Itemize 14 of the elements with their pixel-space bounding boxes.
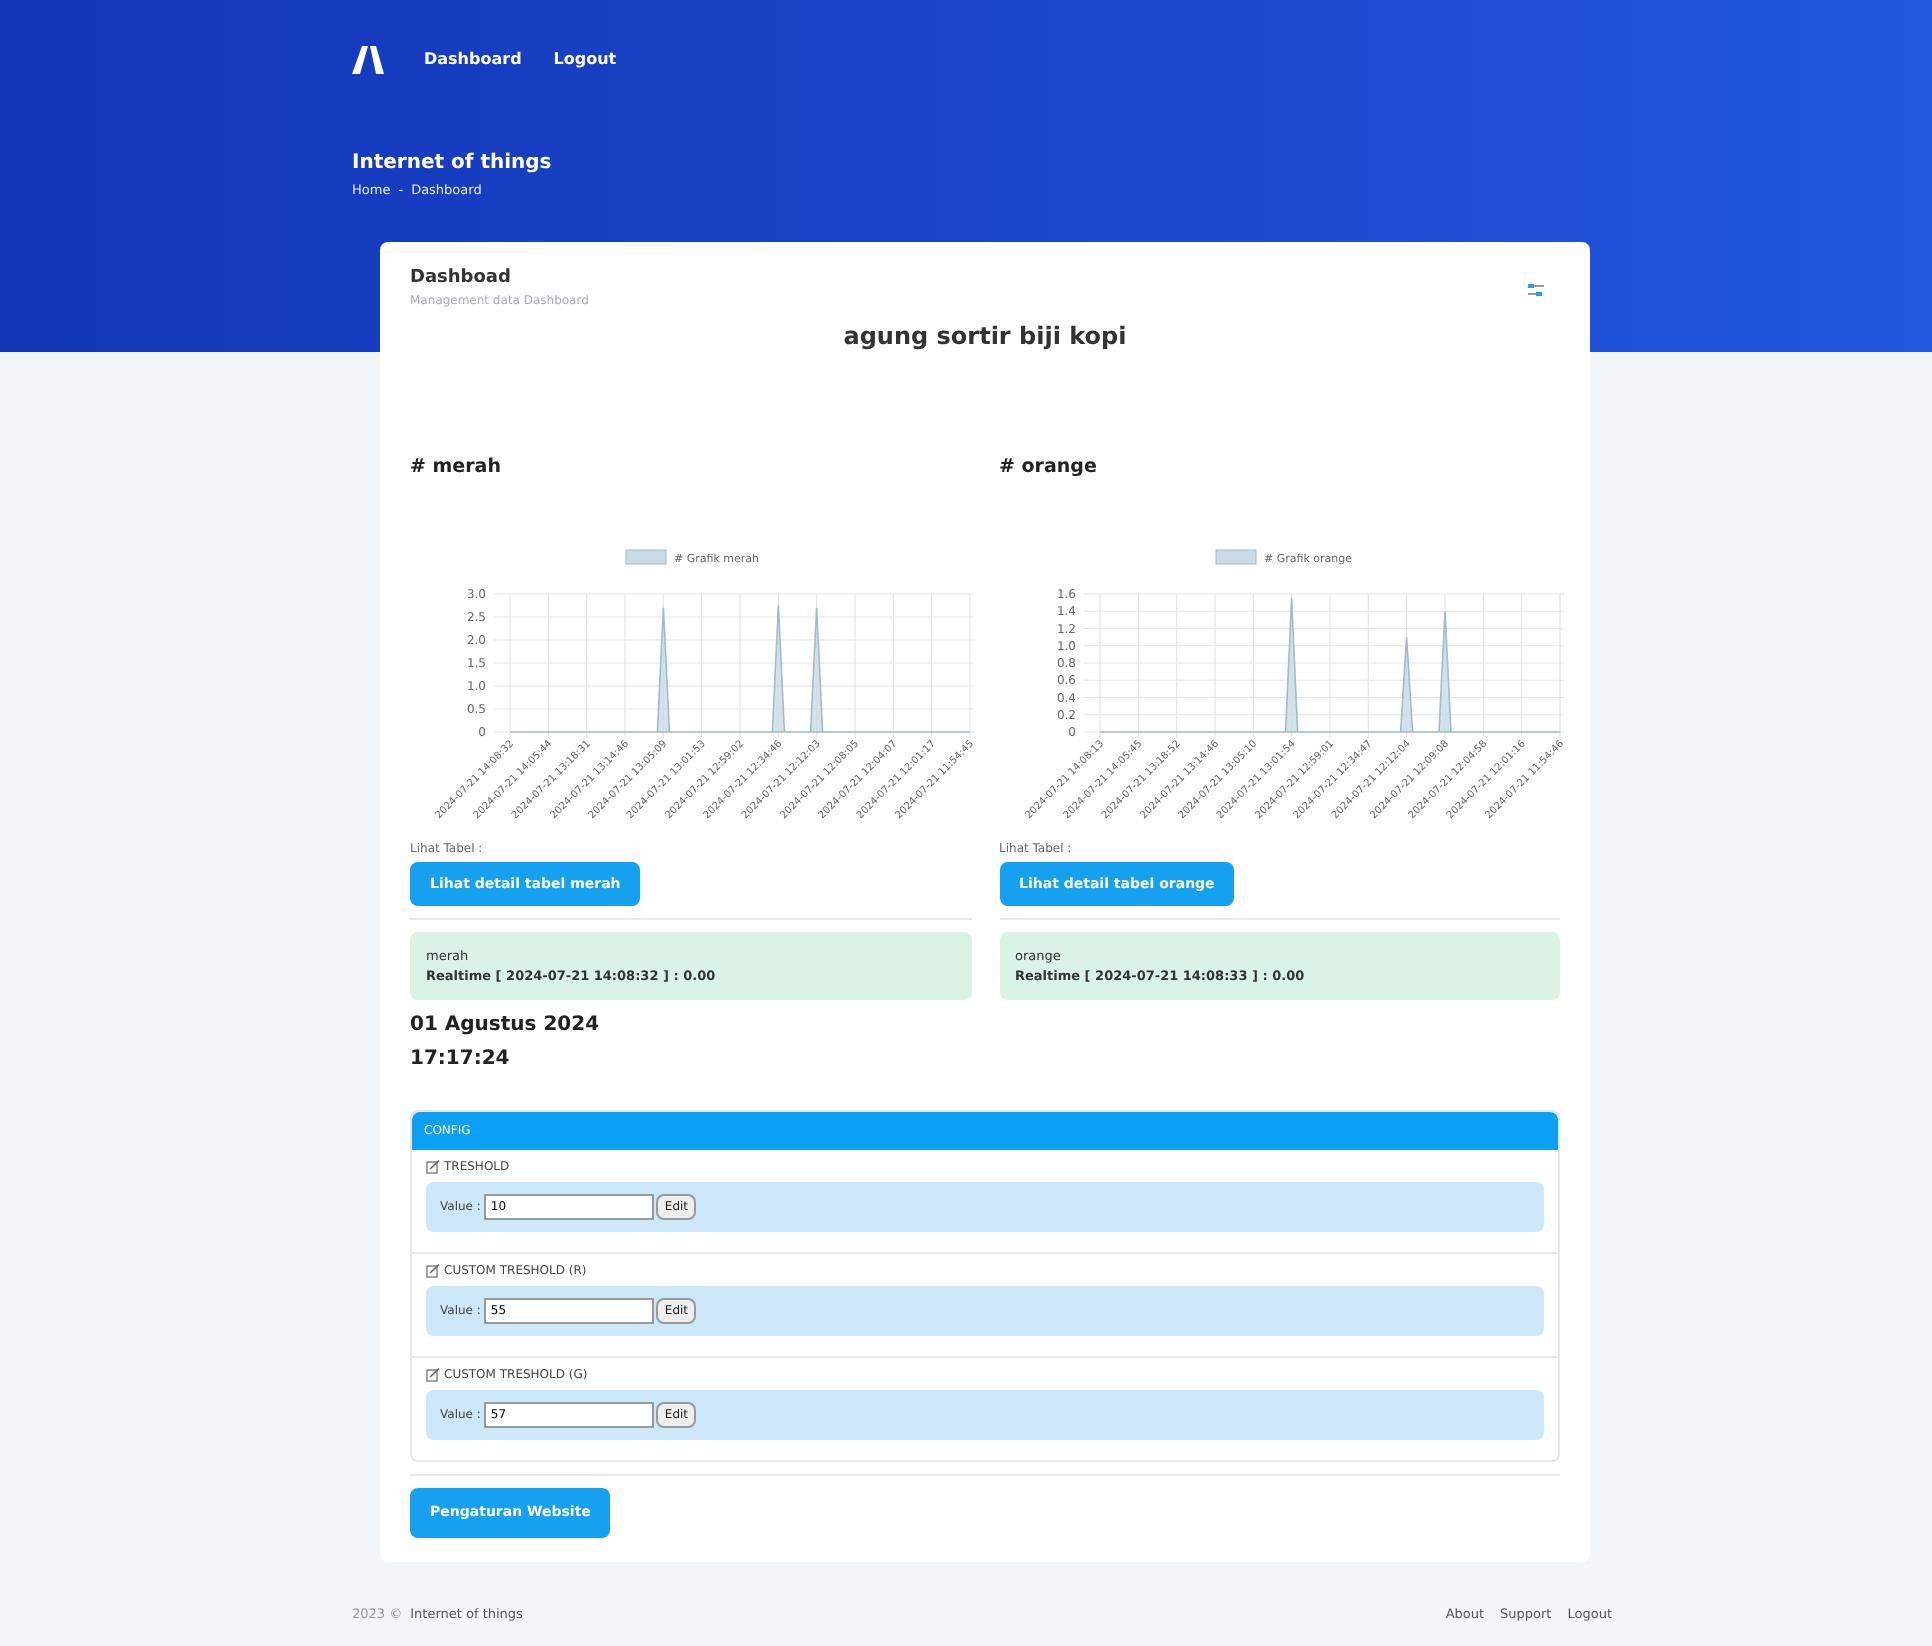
card-heading: agung sortir biji kopi [841, 320, 1129, 355]
edit-icon [426, 1264, 440, 1278]
card-title: Dashboad [410, 265, 513, 292]
current-time: 17:17:24 [410, 1046, 512, 1074]
edit-icon [426, 1368, 440, 1382]
current-date: 01 Agustus 2024 [410, 1012, 602, 1040]
panel-title: # orange [999, 454, 1099, 483]
logo-icon [352, 46, 384, 74]
nav-link[interactable]: Dashboard [424, 48, 522, 72]
settings-icon[interactable] [1528, 281, 1544, 298]
panel-title: # merah [410, 454, 503, 483]
nav-link[interactable]: Logout [553, 48, 617, 72]
page-title: Internet of things [352, 150, 554, 178]
edit-icon [426, 1160, 440, 1174]
